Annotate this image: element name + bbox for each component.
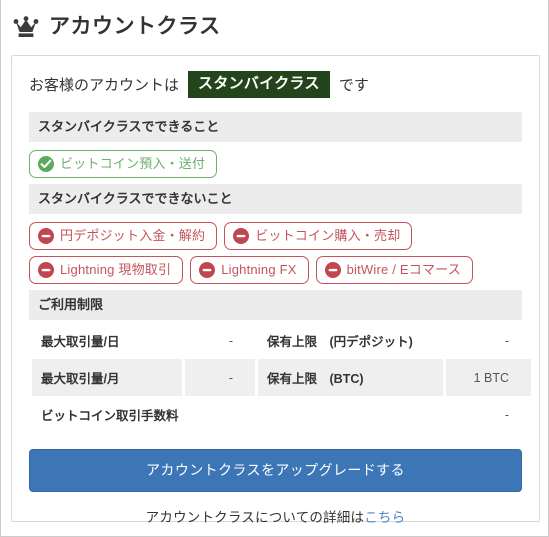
- account-status-line: お客様のアカウントは スタンバイクラス です: [29, 56, 522, 112]
- limit-label-max-balance-jpy: 保有上限 (円デポジット): [267, 335, 413, 349]
- chip-denied-lightning-spot[interactable]: Lightning 現物取引: [29, 256, 184, 284]
- limit-label-max-balance-btc: 保有上限 (BTC): [258, 359, 443, 396]
- account-class-detail-link[interactable]: こちら: [364, 510, 405, 525]
- chip-denied-bitwire-ecommerce[interactable]: bitWire / Eコマース: [315, 256, 473, 284]
- chip-allowed-bitcoin-deposit-send[interactable]: ビットコイン預入・送付: [29, 150, 218, 178]
- chip-label: 円デポジット入金・解約: [60, 228, 206, 243]
- allowed-section-header: スタンバイクラスでできること: [29, 112, 522, 142]
- chip-label: Lightning 現物取引: [60, 262, 172, 277]
- detail-text: アカウントクラスについての詳細は: [145, 510, 365, 525]
- page-header: アカウントクラス: [1, 0, 548, 44]
- chip-label: bitWire / Eコマース: [346, 262, 461, 277]
- minus-circle-icon: [233, 228, 250, 244]
- limit-value-max-volume-month: -: [185, 359, 255, 396]
- detail-line: アカウントクラスについての詳細はこちら: [29, 506, 522, 526]
- minus-circle-icon: [38, 228, 54, 244]
- table-row: 最大取引量/月 - 保有上限 (BTC) 1 BTC: [32, 359, 531, 396]
- status-badge: スタンバイクラス: [188, 70, 330, 98]
- denied-section-header: スタンバイクラスでできないこと: [29, 184, 522, 214]
- chip-denied-yen-deposit[interactable]: 円デポジット入金・解約: [29, 222, 218, 250]
- limit-value-max-volume-day: -: [228, 333, 233, 348]
- status-suffix-text: です: [338, 76, 369, 94]
- minus-circle-icon: [38, 262, 54, 278]
- page-title: アカウントクラス: [49, 14, 221, 38]
- table-row: ビットコイン取引手数料 -: [32, 396, 531, 433]
- limit-label-max-volume-day: 最大取引量/日: [41, 335, 120, 349]
- upgrade-account-class-button[interactable]: アカウントクラスをアップグレードする: [29, 449, 522, 492]
- table-row: 最大取引量/日 - 保有上限 (円デポジット) -: [32, 322, 531, 359]
- limit-value-bitcoin-trading-fee: -: [504, 407, 509, 422]
- limits-table: 最大取引量/日 - 保有上限 (円デポジット) - 最大取引量/月 - 保有上限…: [29, 322, 534, 433]
- limits-section-header: ご利用制限: [29, 290, 522, 320]
- account-class-card: お客様のアカウントは スタンバイクラス です スタンバイクラスでできること ビッ…: [11, 55, 540, 525]
- denied-chip-row-1: 円デポジット入金・解約 ビットコイン購入・売却: [29, 214, 522, 256]
- minus-circle-icon: [199, 262, 216, 278]
- limit-label-max-volume-month: 最大取引量/月: [32, 359, 182, 396]
- minus-circle-icon: [324, 262, 341, 278]
- crown-icon: [13, 15, 39, 37]
- account-class-page: アカウントクラス お客様のアカウントは スタンバイクラス です スタンバイクラス…: [0, 0, 549, 537]
- chip-label: ビットコイン預入・送付: [60, 156, 206, 171]
- limit-value-max-balance-jpy: -: [504, 333, 509, 348]
- limit-label-bitcoin-trading-fee: ビットコイン取引手数料: [41, 409, 179, 423]
- denied-chip-row-2: Lightning 現物取引 Lightning FX bitWire / Eコ…: [29, 256, 522, 290]
- limit-value-max-balance-btc: 1 BTC: [446, 359, 531, 396]
- status-prefix-text: お客様のアカウントは: [29, 76, 180, 94]
- chip-label: ビットコイン購入・売却: [255, 228, 401, 243]
- allowed-chip-row: ビットコイン預入・送付: [29, 142, 522, 184]
- chip-label: Lightning FX: [221, 262, 297, 277]
- check-circle-icon: [38, 156, 54, 172]
- chip-denied-bitcoin-buy-sell[interactable]: ビットコイン購入・売却: [224, 222, 413, 250]
- chip-denied-lightning-fx[interactable]: Lightning FX: [190, 256, 309, 284]
